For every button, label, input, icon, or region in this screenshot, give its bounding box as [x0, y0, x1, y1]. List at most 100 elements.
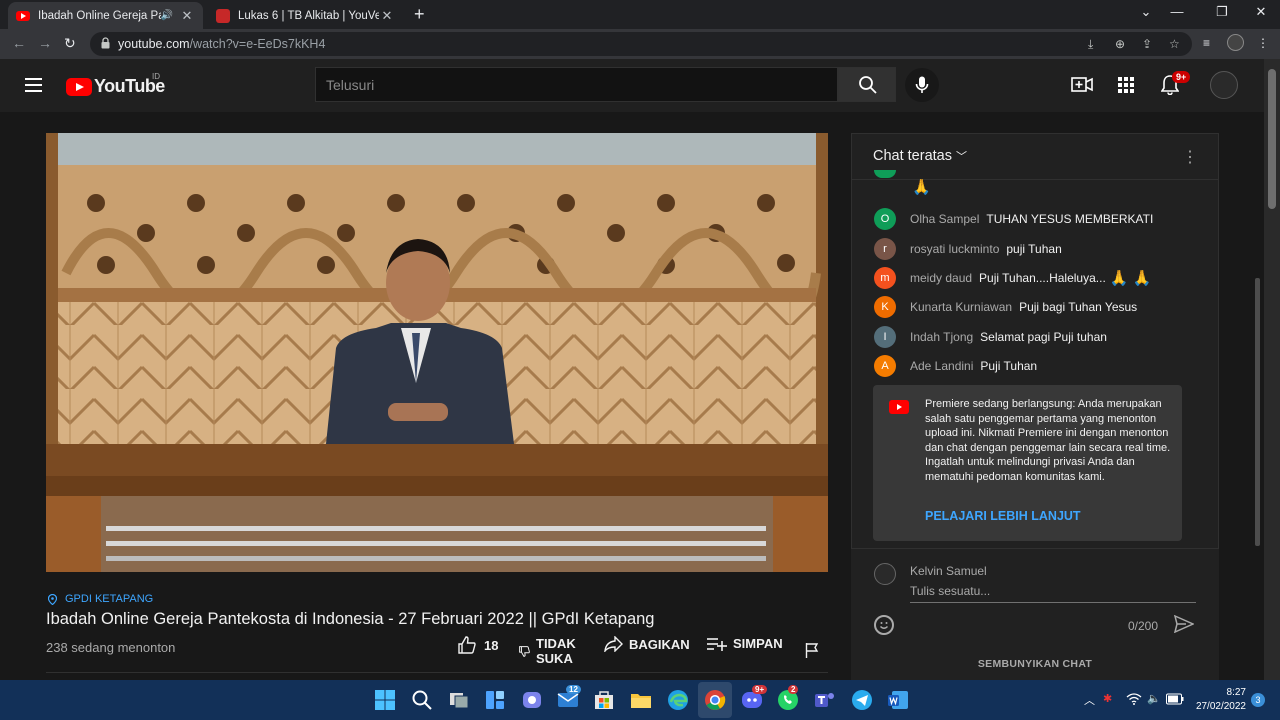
close-window-icon[interactable]: ✕	[1246, 4, 1276, 20]
file-explorer-icon[interactable]	[629, 688, 653, 712]
edge-browser-icon[interactable]	[666, 688, 690, 712]
address-bar[interactable]: youtube.com/watch?v=e-EeDs7kKH4 ⤓ ⊕ ⇪ ☆	[90, 32, 1192, 56]
back-icon[interactable]: ←	[12, 35, 26, 51]
my-avatar	[874, 563, 896, 585]
close-tab-icon[interactable]: ✕	[179, 8, 195, 24]
menu-icon[interactable]	[25, 78, 42, 92]
author-name[interactable]: Indah Tjong	[910, 330, 973, 344]
chat-message-input[interactable]: Tulis sesuatu...	[910, 583, 1196, 603]
share-arrow-icon	[604, 636, 623, 652]
report-flag-icon[interactable]	[805, 642, 819, 658]
scrollbar-thumb[interactable]	[1268, 69, 1276, 209]
bookmark-star-icon[interactable]: ☆	[1169, 37, 1180, 51]
tab-youtube[interactable]: Ibadah Online Gereja Pantekosta di Indon…	[8, 2, 203, 29]
voice-search-button[interactable]	[905, 68, 939, 102]
chat-message[interactable]: A Ade Landini Puji Tuhan	[874, 355, 1037, 377]
account-avatar[interactable]	[1210, 71, 1238, 99]
teams-icon[interactable]	[813, 688, 837, 712]
like-count: 18	[484, 637, 499, 653]
install-app-icon[interactable]: ⤓	[1088, 37, 1093, 52]
author-avatar[interactable]: I	[874, 326, 896, 348]
telegram-icon[interactable]	[850, 688, 874, 712]
apps-grid-icon[interactable]	[1118, 77, 1134, 93]
hide-chat-button[interactable]: SEMBUNYIKAN CHAT	[851, 658, 1219, 670]
search-icon[interactable]	[410, 688, 434, 712]
youtube-play-icon	[66, 77, 92, 96]
volume-icon[interactable]: 🔈	[1147, 692, 1161, 705]
tab-youversion[interactable]: Lukas 6 | TB Alkitab | YouVersion ✕	[208, 2, 403, 29]
author-avatar[interactable]: K	[874, 296, 896, 318]
search-box[interactable]	[315, 67, 838, 102]
chat-message[interactable]: O Olha Sampel TUHAN YESUS MEMBERKATI	[874, 208, 1153, 230]
save-button[interactable]: SIMPAN	[707, 636, 783, 651]
windows-start-icon[interactable]	[373, 688, 397, 712]
share-icon[interactable]: ⇪	[1142, 37, 1152, 51]
lock-icon[interactable]	[101, 37, 110, 49]
chat-mode-dropdown[interactable]: Chat teratas ﹀	[873, 148, 967, 164]
word-icon[interactable]	[886, 688, 910, 712]
author-name[interactable]: Kunarta Kurniawan	[910, 300, 1012, 314]
clock-time: 8:27	[1226, 687, 1246, 698]
maximize-icon[interactable]: ❐	[1207, 4, 1237, 20]
author-name[interactable]: Ade Landini	[910, 359, 973, 373]
close-tab-icon[interactable]: ✕	[379, 8, 395, 24]
system-clock[interactable]: 8:27 27/02/2022	[1196, 686, 1246, 714]
mail-badge: 12	[566, 685, 581, 694]
task-view-icon[interactable]	[447, 688, 471, 712]
send-icon[interactable]	[1174, 615, 1194, 633]
author-avatar[interactable]: r	[874, 238, 896, 260]
notification-center-badge[interactable]: 3	[1251, 693, 1265, 707]
windows-taskbar: 12 9+ 2 ︿ ✱ 🔈 8:27 27/02/2022 3	[0, 680, 1280, 720]
like-button[interactable]: 18	[458, 636, 498, 654]
minimize-icon[interactable]: —	[1162, 4, 1192, 19]
show-hidden-icons-chevron-icon[interactable]: ︿	[1084, 692, 1095, 708]
speaker-icon[interactable]: 🔊	[161, 10, 173, 21]
thumbs-down-icon	[519, 645, 530, 657]
chat-message[interactable]: K Kunarta Kurniawan Puji bagi Tuhan Yesu…	[874, 296, 1137, 318]
channel-location[interactable]: GPDI KETAPANG	[48, 593, 153, 605]
notice-text: Premiere sedang berlangsung: Anda merupa…	[925, 398, 1171, 483]
forward-icon[interactable]: →	[38, 35, 52, 51]
screen: { "browser": { "tabs": [ {"title": "Ibad…	[0, 0, 1280, 720]
new-tab-icon[interactable]: +	[414, 4, 425, 25]
dislike-button[interactable]: TIDAK SUKA	[519, 636, 576, 666]
author-avatar[interactable]: A	[874, 355, 896, 377]
media-control-icon[interactable]: ≡	[1203, 36, 1210, 50]
youtube-favicon-icon	[16, 10, 30, 21]
chrome-browser-icon[interactable]	[703, 688, 727, 712]
tab-search-chevron-icon[interactable]: ⌄	[1131, 4, 1161, 20]
chat-message[interactable]: m meidy daud Puji Tuhan....Haleluya... 🙏…	[874, 267, 1151, 289]
reload-icon[interactable]: ↻	[64, 35, 76, 52]
clock-date: 27/02/2022	[1195, 701, 1246, 712]
antivirus-tray-icon[interactable]: ✱	[1103, 692, 1112, 705]
video-player[interactable]	[46, 133, 828, 572]
search-button[interactable]	[838, 67, 896, 102]
author-name[interactable]: meidy daud	[910, 271, 972, 285]
youtube-logo[interactable]: YouTube ID	[66, 72, 165, 97]
chat-message[interactable]: I Indah Tjong Selamat pagi Puji tuhan	[874, 326, 1107, 348]
author-avatar[interactable]: m	[874, 267, 896, 289]
create-video-icon[interactable]	[1071, 76, 1093, 94]
author-name[interactable]: rosyati luckminto	[910, 242, 999, 256]
browser-menu-icon[interactable]: ⋮	[1257, 36, 1269, 50]
wifi-icon[interactable]	[1126, 693, 1142, 705]
emoji-picker-icon[interactable]	[874, 615, 894, 635]
profile-avatar[interactable]	[1227, 34, 1244, 51]
chat-more-icon[interactable]: ⋮	[1182, 147, 1198, 167]
author-name[interactable]: Olha Sampel	[910, 212, 979, 226]
page-scrollbar[interactable]	[1264, 59, 1280, 680]
chat-scrollbar[interactable]	[1255, 278, 1260, 546]
learn-more-link[interactable]: PELAJARI LEBIH LANJUT	[925, 509, 1081, 523]
author-avatar[interactable]: O	[874, 208, 896, 230]
search-icon	[859, 76, 877, 94]
channel-name[interactable]: GPDI KETAPANG	[65, 593, 153, 605]
microsoft-store-icon[interactable]	[592, 688, 616, 712]
chat-message[interactable]: r rosyati luckminto puji Tuhan	[874, 238, 1062, 260]
search-input[interactable]	[316, 68, 837, 101]
video-title: Ibadah Online Gereja Pantekosta di Indon…	[46, 610, 655, 628]
battery-icon[interactable]	[1166, 693, 1184, 705]
teams-chat-icon[interactable]	[520, 688, 544, 712]
share-button[interactable]: BAGIKAN	[604, 636, 690, 652]
widgets-icon[interactable]	[483, 688, 507, 712]
zoom-icon[interactable]: ⊕	[1115, 37, 1125, 51]
